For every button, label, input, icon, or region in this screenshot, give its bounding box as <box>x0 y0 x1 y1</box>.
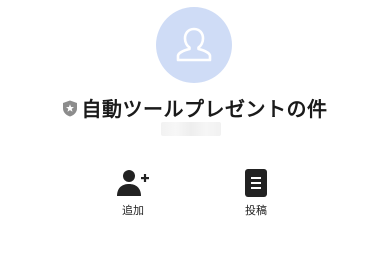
add-friend-button[interactable]: 追加 <box>103 168 163 218</box>
add-label: 追加 <box>122 204 144 217</box>
blurred-id <box>161 122 221 136</box>
profile-name-row: 自動ツールプレゼントの件 <box>0 92 389 122</box>
shield-star-icon <box>62 100 77 116</box>
add-person-icon <box>117 170 149 196</box>
post-label: 投稿 <box>245 204 267 217</box>
profile-page: 自動ツールプレゼントの件 追加 投稿 <box>0 0 389 257</box>
profile-name: 自動ツールプレゼントの件 <box>81 96 328 121</box>
avatar[interactable] <box>156 7 232 83</box>
post-document-icon <box>245 169 267 197</box>
default-user-icon <box>176 27 212 62</box>
post-button[interactable]: 投稿 <box>226 168 286 218</box>
